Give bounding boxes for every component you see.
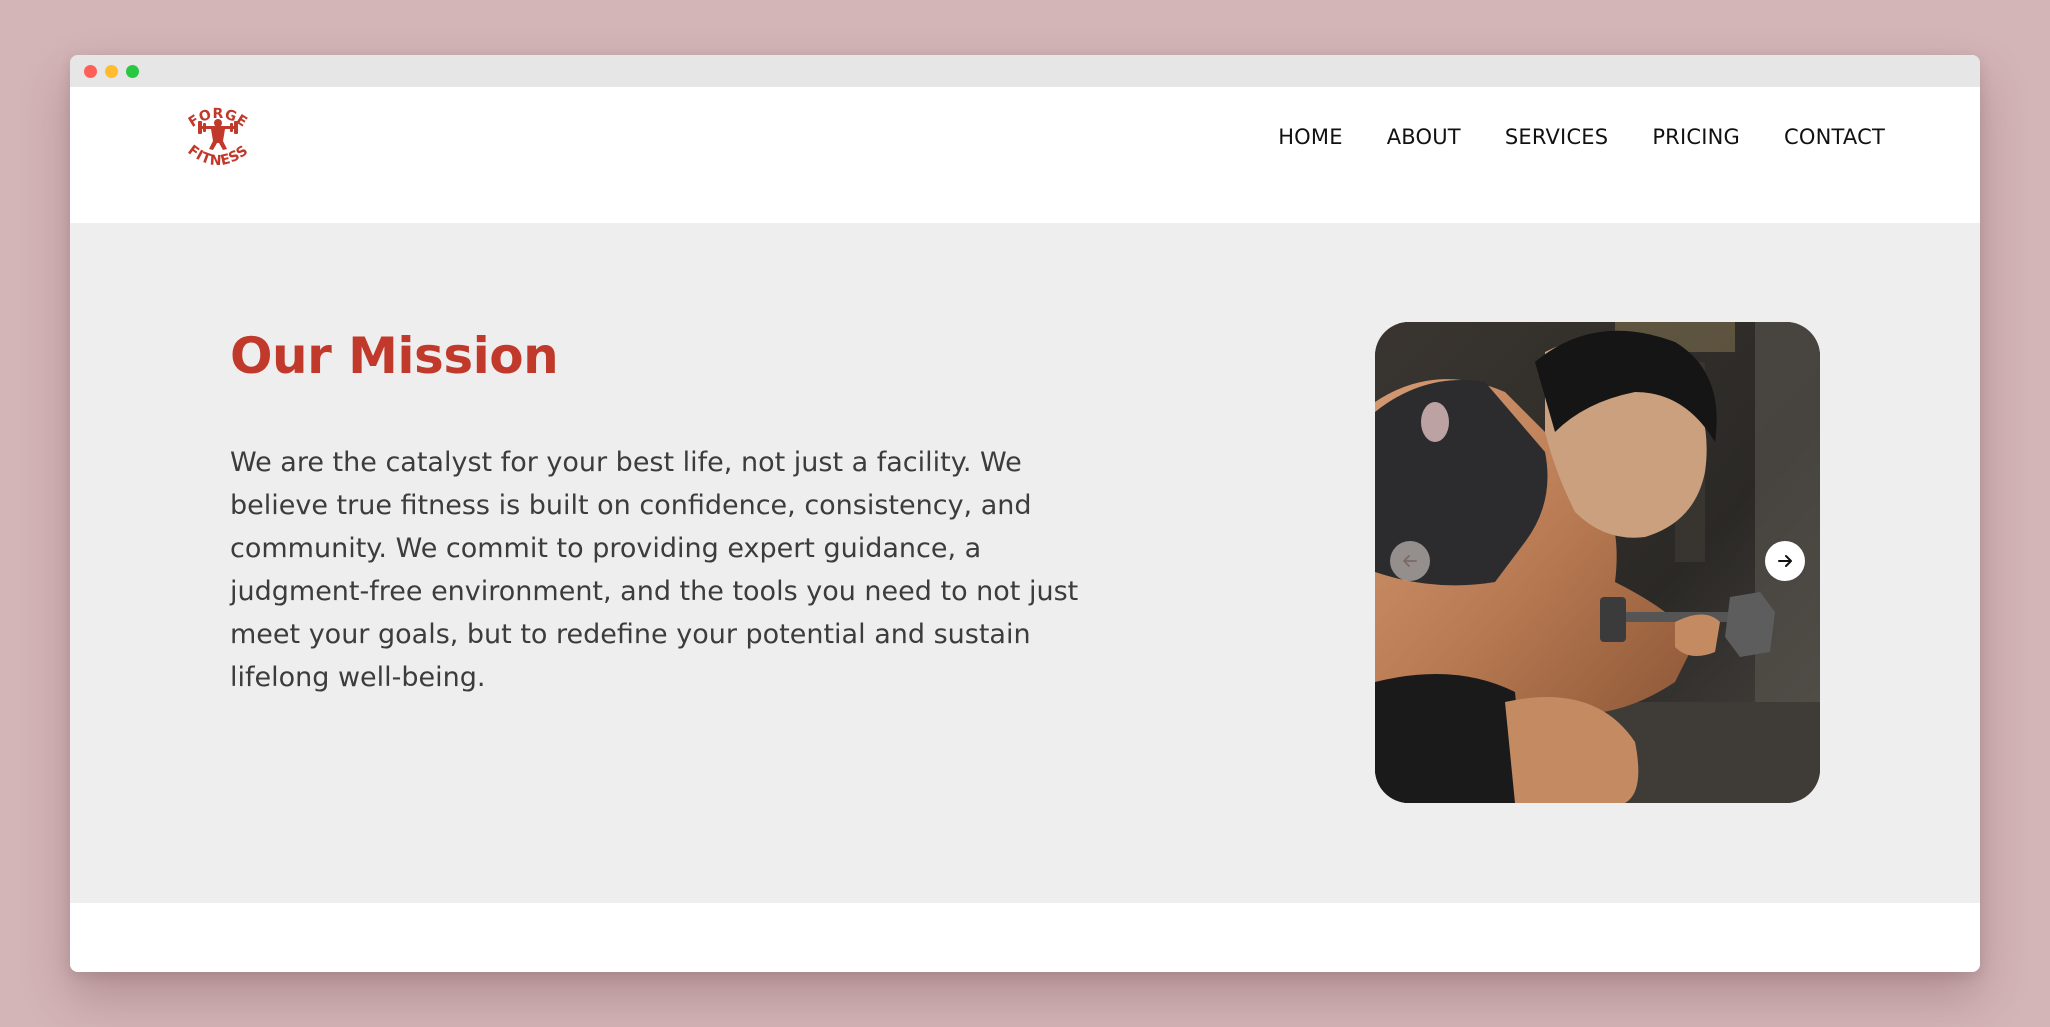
- maximize-window-dot[interactable]: [126, 64, 139, 78]
- logo-text-bottom: FITNESS: [185, 142, 251, 169]
- nav-pricing[interactable]: PRICING: [1652, 125, 1740, 149]
- carousel-prev-button[interactable]: [1390, 541, 1430, 581]
- arrow-right-icon: [1778, 555, 1792, 567]
- window-titlebar: [70, 55, 1980, 87]
- forge-fitness-logo[interactable]: FORGE FITNESS: [178, 101, 258, 177]
- mission-section: Our Mission We are the catalyst for your…: [70, 223, 1980, 903]
- nav-contact[interactable]: CONTACT: [1784, 125, 1885, 149]
- arrow-left-icon: [1403, 555, 1417, 567]
- weightlifter-icon: [198, 119, 238, 150]
- nav-about[interactable]: ABOUT: [1387, 125, 1461, 149]
- browser-window: FORGE FITNESS HOME ABOUT SERVICES PRICIN…: [70, 55, 1980, 972]
- athlete-photo: [1375, 322, 1820, 803]
- mission-title: Our Mission: [230, 327, 559, 385]
- close-window-dot[interactable]: [84, 64, 97, 78]
- image-carousel[interactable]: [1375, 322, 1820, 803]
- site-header: FORGE FITNESS HOME ABOUT SERVICES PRICIN…: [70, 87, 1980, 223]
- svg-text:FITNESS: FITNESS: [185, 142, 252, 169]
- carousel-next-button[interactable]: [1765, 541, 1805, 581]
- nav-home[interactable]: HOME: [1278, 125, 1343, 149]
- main-nav: HOME ABOUT SERVICES PRICING CONTACT: [1278, 87, 1885, 187]
- mission-body: We are the catalyst for your best life, …: [230, 447, 1079, 693]
- nav-services[interactable]: SERVICES: [1505, 125, 1608, 149]
- minimize-window-dot[interactable]: [105, 64, 118, 78]
- footer-strip: [70, 903, 1980, 972]
